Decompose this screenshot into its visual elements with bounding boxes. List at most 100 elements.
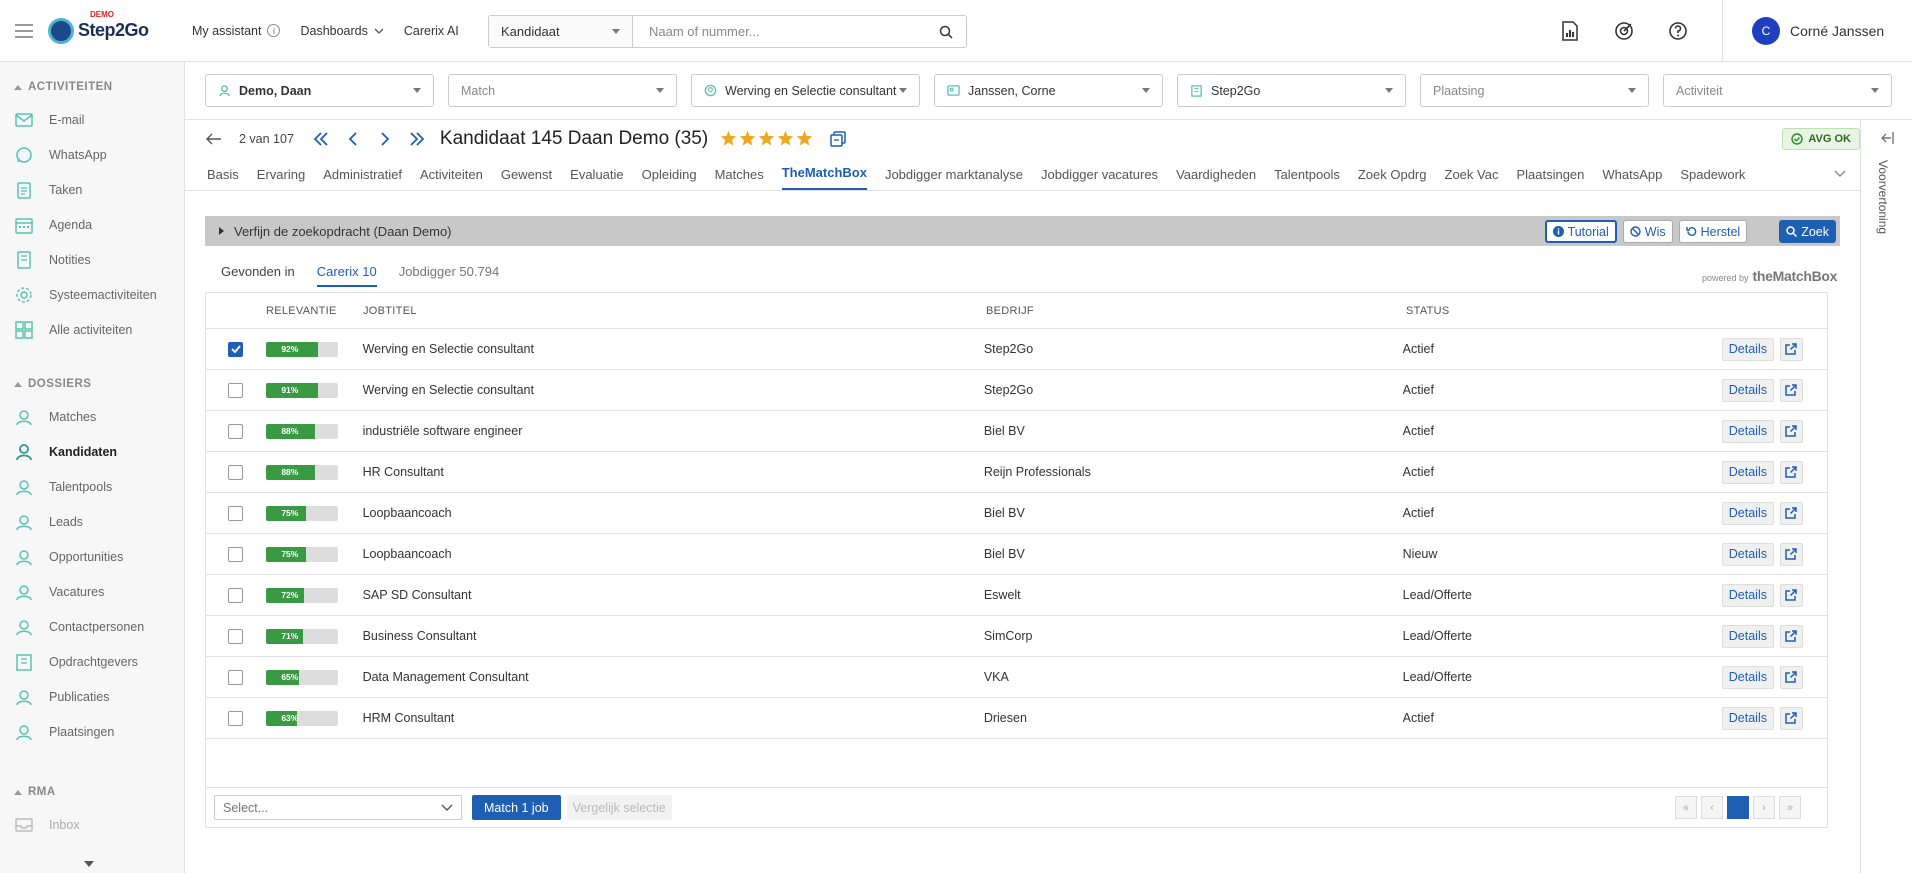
tab-administratief[interactable]: Administratief — [323, 167, 402, 190]
external-link-icon[interactable] — [1779, 542, 1803, 566]
sidebar-item-plaatsingen[interactable]: Plaatsingen — [0, 714, 184, 749]
last-record-icon[interactable] — [404, 126, 430, 152]
tab-gewenst[interactable]: Gewenst — [501, 167, 552, 190]
column-company[interactable]: BEDRIJF — [986, 305, 1406, 317]
match-job-button[interactable]: Match 1 job — [472, 795, 561, 820]
tab-matches[interactable]: Matches — [715, 167, 764, 190]
nav-dashboards[interactable]: Dashboards — [300, 24, 384, 38]
filter-step2go[interactable]: Step2Go — [1177, 74, 1406, 107]
external-link-icon[interactable] — [1779, 624, 1803, 648]
tab-zoek-opdrg[interactable]: Zoek Opdrg — [1358, 167, 1427, 190]
sidebar-item-publicaties[interactable]: Publicaties — [0, 679, 184, 714]
filter-activiteit[interactable]: Activiteit — [1663, 74, 1892, 107]
filter-janssen-corne[interactable]: Janssen, Corne — [934, 74, 1163, 107]
details-button[interactable]: Details — [1721, 624, 1774, 648]
search-icon[interactable] — [926, 16, 966, 47]
sidebar-item-systeemactiviteiten[interactable]: Systeemactiviteiten — [0, 277, 184, 312]
collapse-left-icon[interactable] — [1880, 132, 1894, 144]
star-icon[interactable] — [796, 130, 813, 149]
tab-jobdigger-vacatures[interactable]: Jobdigger vacatures — [1041, 167, 1158, 190]
details-button[interactable]: Details — [1721, 706, 1774, 730]
sidebar-item-whatsapp[interactable]: WhatsApp — [0, 137, 184, 172]
row-checkbox[interactable] — [228, 382, 244, 398]
last-page-icon[interactable]: » — [1779, 796, 1801, 819]
table-row[interactable]: 75% Loopbaancoach Biel BV Actief Details — [206, 493, 1827, 534]
tab-thematchbox[interactable]: TheMatchBox — [781, 165, 867, 190]
tutorial-button[interactable]: Tutorial — [1544, 220, 1617, 243]
details-button[interactable]: Details — [1721, 665, 1774, 689]
row-checkbox[interactable] — [228, 669, 244, 685]
table-row[interactable]: 88% industriële software engineer Biel B… — [206, 411, 1827, 452]
row-checkbox[interactable] — [228, 546, 244, 562]
restore-button[interactable]: Herstel — [1678, 220, 1748, 243]
bulk-action-select[interactable]: Select... — [214, 795, 462, 820]
sidebar-item-vacatures[interactable]: Vacatures — [0, 574, 184, 609]
tab-activiteiten[interactable]: Activiteiten — [420, 167, 483, 190]
tab-opleiding[interactable]: Opleiding — [642, 167, 697, 190]
table-row[interactable]: 92% Werving en Selectie consultant Step2… — [206, 329, 1827, 370]
external-link-icon[interactable] — [1779, 665, 1803, 689]
sidebar-section-dossiers[interactable]: DOSSIERS — [0, 369, 184, 399]
sidebar-item-leads[interactable]: Leads — [0, 504, 184, 539]
sidebar-item-alle-activiteiten[interactable]: Alle activiteiten — [0, 312, 184, 347]
current-page[interactable]: 1 — [1727, 796, 1749, 819]
source-tab-jobdigger[interactable]: Jobdigger 50.794 — [399, 264, 499, 287]
star-icon[interactable] — [739, 130, 756, 149]
tab-spadework[interactable]: Spadework — [1680, 167, 1745, 190]
tab-talentpools[interactable]: Talentpools — [1274, 167, 1340, 190]
search-input[interactable] — [633, 16, 926, 47]
tab-whatsapp[interactable]: WhatsApp — [1602, 167, 1662, 190]
source-tab-carerix[interactable]: Carerix 10 — [316, 264, 377, 287]
table-row[interactable]: 63% HRM Consultant Driesen Actief Detail… — [206, 698, 1827, 739]
nav-carerix-ai[interactable]: Carerix AI — [404, 24, 459, 38]
tab-vaardigheden[interactable]: Vaardigheden — [1176, 167, 1256, 190]
row-checkbox[interactable] — [228, 341, 244, 357]
first-page-icon[interactable]: « — [1675, 796, 1697, 819]
sidebar-item-agenda[interactable]: Agenda — [0, 207, 184, 242]
external-link-icon[interactable] — [1779, 378, 1803, 402]
row-checkbox[interactable] — [228, 628, 244, 644]
external-link-icon[interactable] — [1779, 460, 1803, 484]
filter-demo-daan[interactable]: Demo, Daan — [205, 74, 434, 107]
star-icon[interactable] — [777, 130, 794, 149]
sidebar-item-opportunities[interactable]: Opportunities — [0, 539, 184, 574]
tab-evaluatie[interactable]: Evaluatie — [570, 167, 623, 190]
filter-plaatsing[interactable]: Plaatsing — [1420, 74, 1649, 107]
copy-icon[interactable] — [825, 126, 851, 152]
sidebar-item-talentpools[interactable]: Talentpools — [0, 469, 184, 504]
external-link-icon[interactable] — [1779, 583, 1803, 607]
help-icon[interactable] — [1663, 16, 1693, 46]
scroll-down-icon[interactable] — [84, 861, 94, 867]
details-button[interactable]: Details — [1721, 501, 1774, 525]
next-record-icon[interactable] — [372, 126, 398, 152]
row-checkbox[interactable] — [228, 587, 244, 603]
column-status[interactable]: STATUS — [1406, 305, 1726, 317]
tab-jobdigger-marktanalyse[interactable]: Jobdigger marktanalyse — [885, 167, 1023, 190]
tab-ervaring[interactable]: Ervaring — [257, 167, 305, 190]
row-checkbox[interactable] — [228, 710, 244, 726]
clear-button[interactable]: Wis — [1622, 220, 1673, 243]
sidebar-section-rma[interactable]: RMA — [0, 777, 184, 807]
external-link-icon[interactable] — [1779, 337, 1803, 361]
column-relevance[interactable]: RELEVANTIE — [266, 305, 363, 317]
table-row[interactable]: 65% Data Management Consultant VKA Lead/… — [206, 657, 1827, 698]
row-checkbox[interactable] — [228, 464, 244, 480]
details-button[interactable]: Details — [1721, 337, 1774, 361]
external-link-icon[interactable] — [1779, 501, 1803, 525]
search-scope-select[interactable]: Kandidaat — [489, 16, 633, 47]
first-record-icon[interactable] — [308, 126, 334, 152]
tab-plaatsingen[interactable]: Plaatsingen — [1516, 167, 1584, 190]
sidebar-item-inbox[interactable]: Inbox — [0, 807, 184, 842]
chevron-down-icon[interactable] — [1834, 166, 1846, 181]
logo[interactable]: DEMO Step2Go — [48, 10, 176, 44]
menu-icon[interactable] — [0, 23, 48, 38]
sidebar-item-taken[interactable]: Taken — [0, 172, 184, 207]
tab-basis[interactable]: Basis — [207, 167, 239, 190]
sidebar-item-matches[interactable]: Matches — [0, 399, 184, 434]
sidebar-item-e-mail[interactable]: E-mail — [0, 102, 184, 137]
table-row[interactable]: 72% SAP SD Consultant Eswelt Lead/Offert… — [206, 575, 1827, 616]
tab-zoek-vac[interactable]: Zoek Vac — [1445, 167, 1499, 190]
target-icon[interactable] — [1609, 16, 1639, 46]
table-row[interactable]: 71% Business Consultant SimCorp Lead/Off… — [206, 616, 1827, 657]
sidebar-item-kandidaten[interactable]: Kandidaten — [0, 434, 184, 469]
